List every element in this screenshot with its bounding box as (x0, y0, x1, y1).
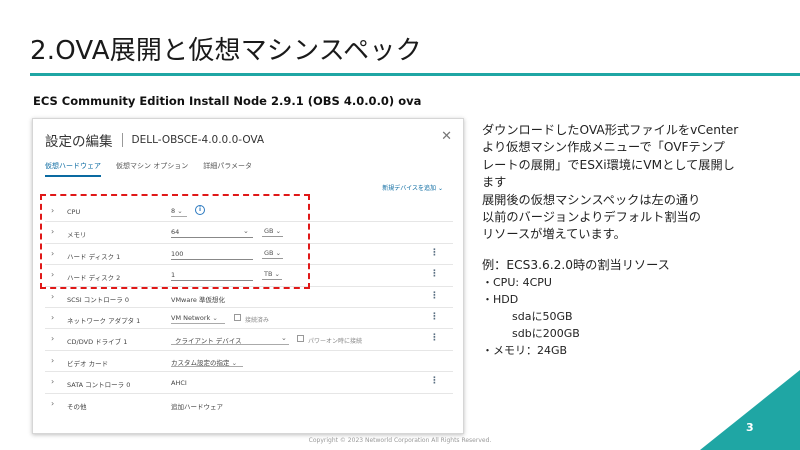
slide-subtitle: ECS Community Edition Install Node 2.9.1… (33, 94, 422, 108)
network-value: VM Network (171, 313, 211, 322)
more-options-icon[interactable]: ⋮ (430, 248, 439, 258)
expand-chevron-icon[interactable]: › (51, 292, 54, 301)
row-label: SATA コントローラ 0 (67, 381, 131, 390)
add-new-device-link[interactable]: 新規デバイスを追加 ⌄ (382, 183, 443, 192)
notes-line: 展開後の仮想マシンスペックは左の通り (482, 192, 701, 207)
more-options-icon[interactable]: ⋮ (430, 291, 439, 301)
slide-title: 2.OVA展開と仮想マシンスペック (30, 36, 422, 66)
row-label: その他 (67, 402, 87, 411)
video-card-value: カスタム設定の指定 (171, 358, 230, 367)
row-label: SCSI コントローラ 0 (67, 295, 129, 304)
expand-chevron-icon[interactable]: › (51, 377, 54, 386)
dialog-title: 設定の編集 (45, 134, 113, 150)
other-value: 追加ハードウェア (171, 402, 223, 411)
example-sda: sdaに50GB (512, 310, 573, 324)
notes-line: レートの展開」でESXi環境にVMとして展開し (482, 157, 735, 172)
hardware-row-other: › その他 追加ハードウェア (45, 394, 453, 415)
example-cpu: ・CPU: 4CPU (482, 276, 552, 290)
notes-line: ダウンロードしたOVA形式ファイルをvCenter (482, 123, 739, 137)
example-sdb: sdbに200GB (512, 327, 580, 341)
notes-line: より仮想マシン作成メニューで「OVFテンプ (482, 140, 725, 155)
row-label: ネットワーク アダプタ 1 (67, 316, 141, 325)
example-memory: ・メモリ：24GB (482, 344, 568, 358)
cd-dvd-value: クライアント デバイス (175, 337, 242, 346)
page-number: 3 (746, 421, 754, 434)
hardware-row-scsi-controller: › SCSI コントローラ 0 VMware 準仮想化 ⋮ (45, 287, 453, 308)
hardware-row-sata-controller: › SATA コントローラ 0 AHCI ⋮ (45, 372, 453, 394)
more-options-icon[interactable]: ⋮ (430, 312, 439, 322)
notes-line: 以前のバージョンよりデフォルト割当の (482, 210, 701, 225)
hardware-row-network-adapter: › ネットワーク アダプタ 1 VM Network ⌄ 接続済み ⋮ (45, 308, 453, 330)
tab-virtual-hardware[interactable]: 仮想ハードウェア (45, 161, 101, 177)
hardware-row-cd-dvd: › CD/DVD ドライブ 1 クライアント デバイス ⌄ パワーオン時に接続 … (45, 329, 453, 351)
network-select[interactable]: VM Network ⌄ (171, 312, 225, 324)
more-options-icon[interactable]: ⋮ (430, 333, 439, 343)
vm-name: DELL-OBSCE-4.0.0.0-OVA (131, 134, 265, 146)
explanation-text: ダウンロードしたOVA形式ファイルをvCenter より仮想マシン作成メニューで… (482, 122, 788, 359)
connected-checkbox[interactable] (234, 313, 241, 321)
example-heading: 例：ECS3.6.2.0時の割当リソース (482, 257, 670, 272)
notes-line: ます (482, 175, 507, 190)
header-separator (121, 133, 123, 147)
corner-decoration (700, 370, 800, 450)
cd-dvd-select[interactable]: クライアント デバイス (171, 333, 289, 346)
expand-chevron-icon[interactable]: › (51, 334, 54, 343)
hardware-row-video-card: › ビデオ カード カスタム設定の指定 ⌄ (45, 351, 453, 373)
example-hdd: ・HDD (482, 293, 519, 307)
copyright: Copyright © 2023 Networld Corporation Al… (308, 437, 492, 444)
tab-advanced-parameters[interactable]: 詳細パラメータ (203, 161, 252, 177)
expand-chevron-icon[interactable]: › (51, 399, 54, 408)
expand-chevron-icon[interactable]: › (51, 313, 54, 322)
corner-triangle (700, 370, 800, 450)
sata-value: AHCI (171, 379, 187, 388)
notes-line: リソースが増えています。 (482, 227, 626, 242)
chevron-down-icon[interactable]: ⌄ (281, 334, 287, 342)
video-card-select[interactable]: カスタム設定の指定 ⌄ (171, 355, 243, 367)
close-icon[interactable]: ✕ (441, 129, 452, 144)
expand-chevron-icon[interactable]: › (51, 356, 54, 365)
title-divider (30, 73, 800, 76)
dialog-tabs: 仮想ハードウェア 仮想マシン オプション 詳細パラメータ (45, 161, 267, 177)
connect-at-power-on-label: パワーオン時に接続 (308, 338, 363, 346)
scsi-value: VMware 準仮想化 (171, 295, 225, 304)
connect-at-power-on-checkbox[interactable] (297, 335, 304, 343)
more-options-icon[interactable]: ⋮ (430, 269, 439, 279)
tab-vm-options[interactable]: 仮想マシン オプション (116, 161, 188, 177)
connected-label: 接続済み (245, 316, 270, 324)
dialog-header: 設定の編集 DELL-OBSCE-4.0.0.0-OVA (45, 130, 264, 150)
highlight-box (40, 194, 310, 289)
row-label: CD/DVD ドライブ 1 (67, 338, 128, 347)
more-options-icon[interactable]: ⋮ (430, 376, 439, 386)
row-label: ビデオ カード (67, 359, 109, 368)
